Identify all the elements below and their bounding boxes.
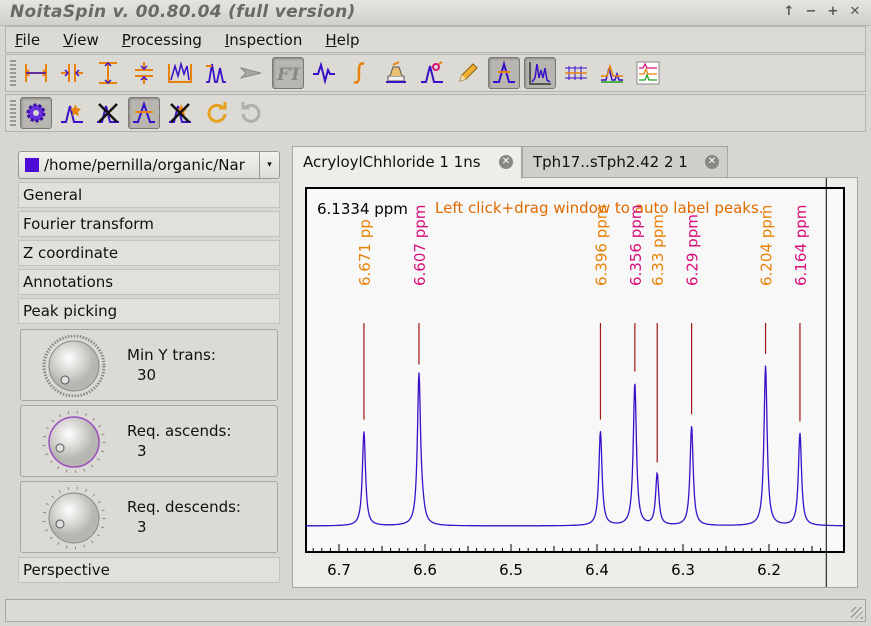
phase-icon[interactable] <box>308 57 340 89</box>
baseline-icon[interactable] <box>380 57 412 89</box>
status-bar <box>5 599 866 622</box>
maximize-button[interactable]: + <box>825 4 841 20</box>
min-y-trans-value: 30 <box>137 366 157 384</box>
req-ascends-control: Req. ascends: 3 <box>20 405 278 477</box>
req-ascends-label: Req. ascends: <box>127 422 232 440</box>
req-descends-control: Req. descends: 3 <box>20 481 278 553</box>
zoom-horizontal-icon[interactable] <box>20 57 52 89</box>
chevron-down-icon[interactable]: ▾ <box>259 152 279 178</box>
req-descends-label: Req. descends: <box>127 498 241 516</box>
file-color-swatch <box>25 158 39 172</box>
window-title: NoitaSpin v. 00.80.04 (full version) <box>10 2 356 22</box>
close-tab-icon[interactable]: ✕ <box>499 155 513 169</box>
file-path-text: /home/pernilla/organic/Nar <box>44 156 245 174</box>
close-button[interactable]: ✕ <box>847 4 863 20</box>
clear-peaks-icon[interactable] <box>164 97 196 129</box>
minimize-button[interactable]: − <box>803 4 819 20</box>
pencil-icon[interactable] <box>452 57 484 89</box>
section-general[interactable]: General <box>18 182 280 208</box>
main-toolbar: FT <box>5 54 866 92</box>
peak-label: 6.671 pp <box>356 219 374 286</box>
settings-gear-icon[interactable] <box>20 97 52 129</box>
peak-label: 6.29 ppm <box>684 214 702 286</box>
x-tick-label: 6.7 <box>327 561 351 579</box>
spectrum-view-icon[interactable] <box>524 57 556 89</box>
x-tick-label: 6.6 <box>413 561 437 579</box>
cursor-arrow-icon[interactable] <box>236 57 268 89</box>
req-descends-value: 3 <box>137 518 147 536</box>
title-bar: NoitaSpin v. 00.80.04 (full version) ↑ −… <box>0 0 871 26</box>
peak-label: 6.607 ppm <box>411 205 429 286</box>
resize-grip-icon[interactable] <box>851 607 863 619</box>
close-tab-icon[interactable]: ✕ <box>705 155 719 169</box>
tab-acryloylchhloride[interactable]: AcryloylChhloride 1 1ns ✕ <box>292 146 522 179</box>
peak-label: 6.396 ppm <box>592 205 610 286</box>
toolbar-grip[interactable] <box>10 100 16 126</box>
menu-file[interactable]: File <box>12 31 43 49</box>
peak-label: 6.356 ppm <box>627 205 645 286</box>
spectrum-tab-pane: 6.1334 ppm Left click+drag window to aut… <box>292 177 858 588</box>
undo-icon[interactable] <box>236 97 268 129</box>
file-path-combo[interactable]: /home/pernilla/organic/Nar ▾ <box>18 151 280 179</box>
fit-spectrum-icon[interactable] <box>164 57 196 89</box>
req-ascends-knob[interactable] <box>41 411 107 473</box>
integral-icon[interactable] <box>344 57 376 89</box>
menu-help[interactable]: Help <box>322 31 362 49</box>
menu-inspection[interactable]: Inspection <box>222 31 306 49</box>
peak-label-icon[interactable] <box>416 57 448 89</box>
cursor-readout: 6.1334 ppm <box>317 200 408 218</box>
toolbar-grip[interactable] <box>10 60 16 86</box>
zoom-vertical-icon[interactable] <box>92 57 124 89</box>
x-tick-label: 6.2 <box>757 561 781 579</box>
peak-label: 6.204 ppm <box>758 205 776 286</box>
overlay-spectra-icon[interactable] <box>596 57 628 89</box>
peak-pick-icon[interactable] <box>488 57 520 89</box>
section-z-coordinate[interactable]: Z coordinate <box>18 240 280 266</box>
menu-bar: File View Processing Inspection Help <box>5 26 866 53</box>
zoom-in-horizontal-icon[interactable] <box>56 57 88 89</box>
x-tick-label: 6.4 <box>585 561 609 579</box>
section-peak-picking[interactable]: Peak picking <box>18 298 280 324</box>
section-annotations[interactable]: Annotations <box>18 269 280 295</box>
menu-processing[interactable]: Processing <box>119 31 205 49</box>
fourier-transform-icon[interactable]: FT <box>272 57 304 89</box>
min-y-trans-knob[interactable] <box>41 335 107 397</box>
x-tick-label: 6.3 <box>671 561 695 579</box>
peak-fit-icon[interactable] <box>200 57 232 89</box>
grid-ruler-icon[interactable] <box>560 57 592 89</box>
keep-above-button[interactable]: ↑ <box>781 4 797 20</box>
spectrum-panel: AcryloylChhloride 1 1ns ✕ Tph17..sTph2.4… <box>292 143 858 588</box>
auto-peak-icon[interactable] <box>56 97 88 129</box>
min-y-trans-label: Min Y trans: <box>127 346 216 364</box>
req-ascends-value: 3 <box>137 442 147 460</box>
remove-peak-icon[interactable] <box>92 97 124 129</box>
svg-text:FT: FT <box>276 65 301 85</box>
window-controls: ↑ − + ✕ <box>781 4 863 20</box>
peak-label: 6.164 ppm <box>792 205 810 286</box>
peak-toolbar <box>5 94 866 132</box>
redo-icon[interactable] <box>200 97 232 129</box>
zoom-in-vertical-icon[interactable] <box>128 57 160 89</box>
min-y-trans-control: Min Y trans: 30 <box>20 329 278 401</box>
section-fourier-transform[interactable]: Fourier transform <box>18 211 280 237</box>
nmr-spectrum-plot[interactable]: 6.1334 ppm Left click+drag window to aut… <box>293 178 857 587</box>
stacked-spectra-icon[interactable] <box>632 57 664 89</box>
req-descends-knob[interactable] <box>41 487 107 549</box>
section-perspective[interactable]: Perspective <box>18 557 280 583</box>
tab-tph17[interactable]: Tph17..sTph2.42 2 1 ✕ <box>522 146 728 177</box>
peak-threshold-icon[interactable] <box>128 97 160 129</box>
menu-view[interactable]: View <box>60 31 102 49</box>
x-tick-label: 6.5 <box>499 561 523 579</box>
peak-label: 6.33 ppm <box>649 214 667 286</box>
settings-panel: /home/pernilla/organic/Nar ▾ General Fou… <box>14 143 284 588</box>
